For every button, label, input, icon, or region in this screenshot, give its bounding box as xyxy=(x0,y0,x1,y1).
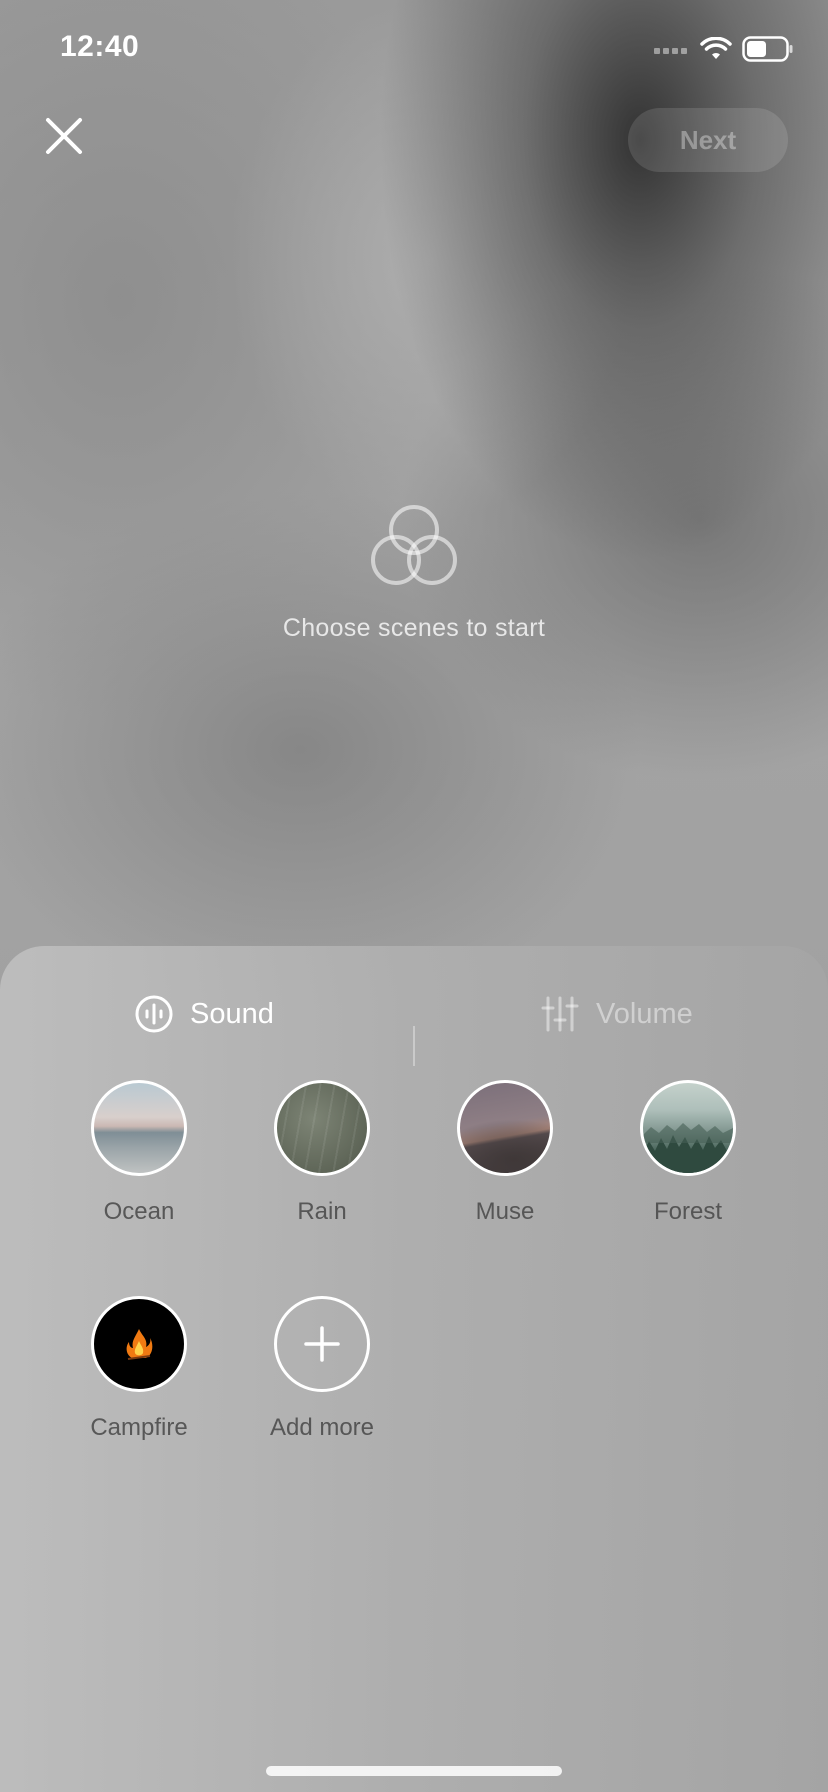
scene-label: Muse xyxy=(475,1198,535,1225)
ocean-thumbnail xyxy=(91,1080,187,1176)
fire-icon xyxy=(126,1329,153,1360)
plus-icon xyxy=(304,1326,340,1362)
close-button[interactable] xyxy=(38,110,90,162)
scene-forest[interactable]: Forest xyxy=(608,1080,768,1226)
cellular-signal-icon xyxy=(654,43,690,61)
wifi-icon xyxy=(700,36,732,66)
tab-divider xyxy=(413,1026,415,1066)
scene-label: Campfire xyxy=(90,1414,188,1441)
screen: 12:40 Next Choose scenes to start Sound … xyxy=(0,0,828,1792)
forest-thumbnail xyxy=(640,1080,736,1176)
add-more-button[interactable]: Add more xyxy=(242,1296,402,1442)
scene-rain[interactable]: Rain xyxy=(242,1080,402,1226)
scene-label: Forest xyxy=(653,1198,722,1225)
scene-ocean[interactable]: Ocean xyxy=(59,1080,219,1226)
tab-sound[interactable]: Sound xyxy=(134,986,274,1042)
home-indicator[interactable] xyxy=(266,1766,562,1776)
next-button[interactable]: Next xyxy=(628,108,788,172)
scene-sheet: Sound Volume Ocean Rain Muse Forest Camp… xyxy=(0,946,828,1792)
empty-state-message: Choose scenes to start xyxy=(282,614,546,642)
scenes-circles-icon xyxy=(371,505,457,585)
muse-thumbnail xyxy=(457,1080,553,1176)
status-icons xyxy=(654,36,794,67)
scene-label: Rain xyxy=(297,1198,347,1225)
tab-volume[interactable]: Volume xyxy=(540,986,693,1042)
empty-state: Choose scenes to start xyxy=(0,500,828,643)
scene-label: Ocean xyxy=(103,1198,175,1225)
add-more-circle xyxy=(274,1296,370,1392)
tab-volume-label: Volume xyxy=(596,997,693,1030)
rain-thumbnail xyxy=(274,1080,370,1176)
tab-sound-label: Sound xyxy=(190,997,274,1030)
status-bar: 12:40 xyxy=(0,0,828,100)
scene-muse[interactable]: Muse xyxy=(425,1080,585,1226)
scene-campfire[interactable]: Campfire xyxy=(59,1296,219,1442)
close-icon xyxy=(46,118,82,154)
status-time: 12:40 xyxy=(60,30,140,63)
sheet-tabs: Sound Volume xyxy=(0,986,828,1066)
sound-wave-icon xyxy=(135,995,173,1033)
sliders-icon xyxy=(541,996,579,1032)
add-more-label: Add more xyxy=(269,1414,375,1441)
campfire-thumbnail xyxy=(91,1296,187,1392)
battery-icon xyxy=(742,36,794,67)
